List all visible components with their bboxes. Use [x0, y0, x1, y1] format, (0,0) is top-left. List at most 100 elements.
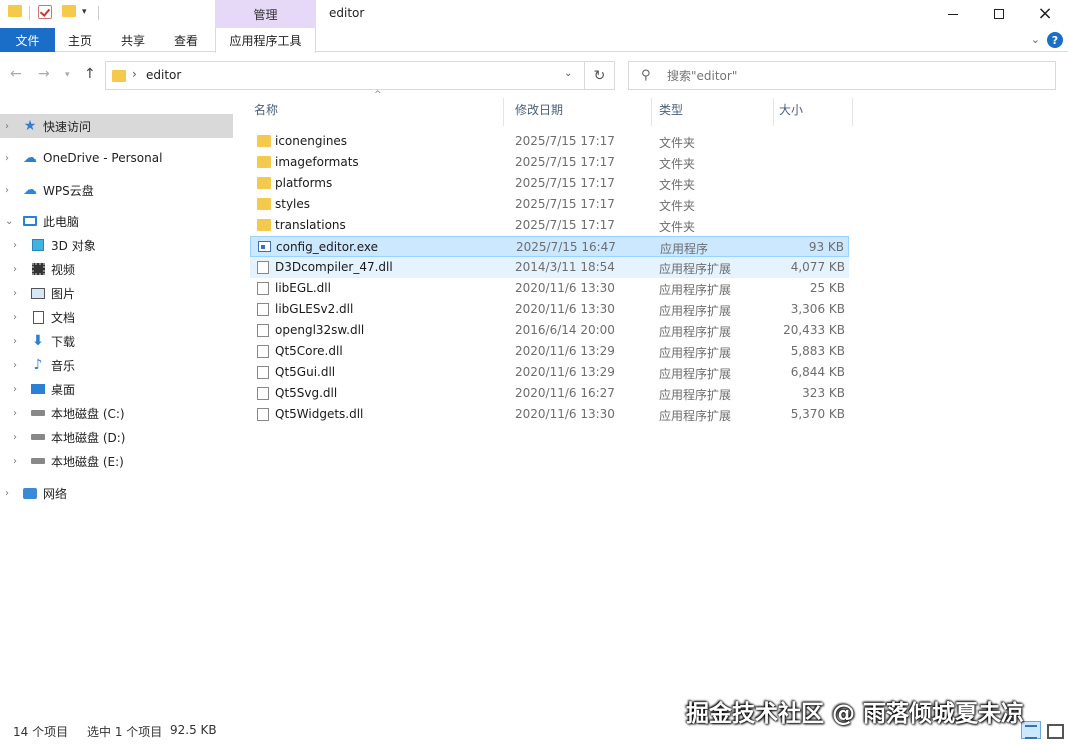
file-row[interactable]: imageformats 2025/7/15 17:17 文件夹: [250, 152, 849, 173]
file-type: 应用程序扩展: [659, 325, 732, 339]
expand-chevron-icon[interactable]: ›: [13, 312, 23, 323]
close-button[interactable]: ×: [1022, 0, 1068, 28]
file-row[interactable]: platforms 2025/7/15 17:17 文件夹: [250, 173, 849, 194]
column-header-name[interactable]: 名称: [254, 92, 278, 126]
recent-locations-icon[interactable]: ▾: [65, 70, 70, 80]
address-bar[interactable]: › editor ⌄: [105, 61, 585, 90]
expand-chevron-icon[interactable]: ›: [13, 432, 23, 443]
file-date: 2025/7/15 17:17: [515, 176, 615, 190]
up-arrow-icon[interactable]: ↑: [84, 66, 96, 82]
expand-chevron-icon[interactable]: ›: [13, 288, 23, 299]
maximize-button[interactable]: [976, 0, 1022, 28]
item-count: 14 个项目: [13, 725, 69, 739]
nav-item-desktop[interactable]: › 桌面: [0, 377, 233, 401]
nav-item-drive-e[interactable]: › 本地磁盘 (E:): [0, 449, 233, 473]
nav-item-this-pc[interactable]: ⌄ 此电脑: [0, 209, 233, 233]
forward-arrow-icon[interactable]: →: [38, 66, 50, 82]
search-input[interactable]: [667, 67, 1047, 85]
file-type: 应用程序扩展: [659, 304, 732, 318]
expand-chevron-icon[interactable]: ›: [13, 384, 23, 395]
file-row[interactable]: Qt5Svg.dll 2020/11/6 16:27 应用程序扩展 323 KB: [250, 383, 849, 404]
nav-item-pictures[interactable]: › 图片: [0, 281, 233, 305]
properties-check-icon[interactable]: [38, 5, 52, 19]
file-name: Qt5Svg.dll: [275, 386, 338, 400]
nav-item-wps-cloud[interactable]: › ☁ WPS云盘: [0, 178, 233, 202]
expand-chevron-icon[interactable]: ›: [5, 153, 15, 164]
back-arrow-icon[interactable]: ←: [10, 66, 22, 82]
file-row[interactable]: libEGL.dll 2020/11/6 13:30 应用程序扩展 25 KB: [250, 278, 849, 299]
tab-application-tools[interactable]: 应用程序工具: [215, 28, 316, 53]
file-row[interactable]: Qt5Widgets.dll 2020/11/6 13:30 应用程序扩展 5,370…: [250, 404, 849, 425]
file-row[interactable]: D3Dcompiler_47.dll 2014/3/11 18:54 应用程序扩展 4…: [250, 257, 849, 278]
expand-chevron-icon[interactable]: ›: [5, 121, 15, 132]
breadcrumb-separator-icon[interactable]: ›: [132, 67, 137, 81]
file-row[interactable]: translations 2025/7/15 17:17 文件夹: [250, 215, 849, 236]
column-header-size[interactable]: 大小: [779, 92, 803, 126]
nav-label: 文档: [51, 310, 76, 325]
file-row[interactable]: libGLESv2.dll 2020/11/6 13:30 应用程序扩展 3,306 …: [250, 299, 849, 320]
refresh-button[interactable]: ↻: [585, 61, 615, 90]
file-name: Qt5Core.dll: [275, 344, 343, 358]
column-divider[interactable]: [852, 98, 853, 126]
file-list: ^ 名称 修改日期 类型 大小 iconengines 2025/7/15 17:…: [236, 90, 1068, 718]
collapse-chevron-icon[interactable]: ⌄: [5, 216, 15, 227]
nav-item-3d-objects[interactable]: › 3D 对象: [0, 233, 233, 257]
expand-chevron-icon[interactable]: ›: [5, 488, 15, 499]
nav-label: 本地磁盘 (E:): [51, 454, 124, 469]
tab-home[interactable]: 主页: [60, 28, 100, 52]
folder-icon: [257, 198, 271, 210]
search-box[interactable]: ⚲: [628, 61, 1056, 90]
file-row[interactable]: iconengines 2025/7/15 17:17 文件夹: [250, 131, 849, 152]
expand-chevron-icon[interactable]: ›: [13, 360, 23, 371]
tab-file[interactable]: 文件: [0, 28, 55, 52]
file-type: 文件夹: [659, 220, 696, 234]
nav-item-music[interactable]: › ♪ 音乐: [0, 353, 233, 377]
column-divider[interactable]: [773, 98, 774, 126]
file-name: config_editor.exe: [276, 240, 379, 254]
toolbar-divider: [29, 6, 30, 20]
customize-toolbar-icon[interactable]: ▾: [82, 7, 87, 17]
column-header-date[interactable]: 修改日期: [515, 92, 563, 126]
nav-item-quick-access[interactable]: › ★ 快速访问: [0, 114, 233, 138]
nav-item-downloads[interactable]: › ⬇ 下载: [0, 329, 233, 353]
large-icons-view-button[interactable]: [1044, 721, 1064, 739]
nav-item-onedrive[interactable]: › ☁ OneDrive - Personal: [0, 146, 233, 170]
file-type: 文件夹: [659, 136, 696, 150]
nav-item-network[interactable]: › 网络: [0, 481, 233, 505]
column-header-type[interactable]: 类型: [659, 92, 683, 126]
breadcrumb-editor[interactable]: editor: [146, 68, 181, 82]
nav-item-drive-d[interactable]: › 本地磁盘 (D:): [0, 425, 233, 449]
minimize-button[interactable]: [930, 0, 976, 28]
nav-item-drive-c[interactable]: › 本地磁盘 (C:): [0, 401, 233, 425]
expand-chevron-icon[interactable]: ›: [5, 185, 15, 196]
file-row[interactable]: opengl32sw.dll 2016/6/14 20:00 应用程序扩展 20,43…: [250, 320, 849, 341]
file-row[interactable]: config_editor.exe 2025/7/15 16:47 应用程序 93 K…: [250, 236, 849, 257]
file-name: iconengines: [275, 134, 348, 148]
file-row[interactable]: Qt5Core.dll 2020/11/6 13:29 应用程序扩展 5,883 KB: [250, 341, 849, 362]
new-folder-icon[interactable]: [62, 5, 76, 17]
column-divider[interactable]: [651, 98, 652, 126]
expand-chevron-icon[interactable]: ›: [13, 240, 23, 251]
folder-icon[interactable]: [8, 5, 22, 17]
address-dropdown-icon[interactable]: ⌄: [564, 68, 572, 79]
file-name: Qt5Gui.dll: [275, 365, 336, 379]
file-row[interactable]: Qt5Gui.dll 2020/11/6 13:29 应用程序扩展 6,844 KB: [250, 362, 849, 383]
file-name: styles: [275, 197, 311, 211]
file-type: 应用程序扩展: [659, 283, 732, 297]
file-size: 93 KB: [808, 240, 844, 254]
expand-chevron-icon[interactable]: ›: [13, 264, 23, 275]
help-icon[interactable]: ?: [1047, 32, 1063, 48]
expand-chevron-icon[interactable]: ›: [13, 456, 23, 467]
nav-item-documents[interactable]: › 文档: [0, 305, 233, 329]
file-row[interactable]: styles 2025/7/15 17:17 文件夹: [250, 194, 849, 215]
tab-share[interactable]: 共享: [113, 28, 153, 52]
file-name: imageformats: [275, 155, 359, 169]
expand-ribbon-icon[interactable]: ⌄: [1031, 33, 1040, 46]
nav-item-videos[interactable]: › 视频: [0, 257, 233, 281]
tab-view[interactable]: 查看: [166, 28, 206, 52]
title-bar: ▾ 管理 editor ×: [0, 0, 1068, 28]
expand-chevron-icon[interactable]: ›: [13, 408, 23, 419]
dll-file-icon: [257, 303, 269, 316]
column-divider[interactable]: [503, 98, 504, 126]
expand-chevron-icon[interactable]: ›: [13, 336, 23, 347]
